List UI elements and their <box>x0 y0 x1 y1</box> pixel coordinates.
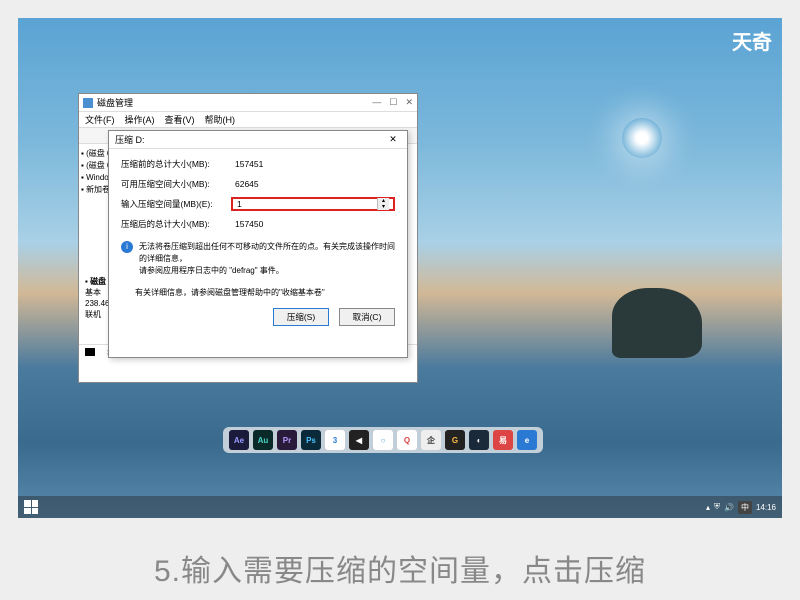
label-shrink-amount: 输入压缩空间量(MB)(E): <box>121 198 231 210</box>
dock-app[interactable]: ○ <box>373 430 393 450</box>
info-icon: i <box>121 241 133 253</box>
wallpaper-rock <box>612 288 702 358</box>
app-dock: AeAuPrPs3◀○Q企G◐易e <box>223 427 543 453</box>
dm-title-text: 磁盘管理 <box>97 96 133 109</box>
dm-app-icon <box>83 98 93 108</box>
input-shrink-value: 1 <box>237 199 242 209</box>
maximize-icon[interactable]: ☐ <box>389 97 397 108</box>
tray-language[interactable]: 中 <box>738 501 752 514</box>
dock-app[interactable]: ◐ <box>469 430 489 450</box>
shrink-button[interactable]: 压缩(S) <box>273 308 329 326</box>
dock-app[interactable]: Q <box>397 430 417 450</box>
menu-help[interactable]: 帮助(H) <box>205 113 236 126</box>
close-icon[interactable]: ✕ <box>405 97 413 108</box>
value-total-size: 157451 <box>231 157 395 171</box>
wallpaper-sun <box>622 118 662 158</box>
shrink-title-text: 压缩 D: <box>115 133 145 146</box>
input-shrink-amount[interactable]: 1 ▴ ▾ <box>231 197 395 211</box>
desktop: 天奇 磁盘管理 — ☐ ✕ 文件(F) 操作(A) 查看(V) 帮助(H) (磁… <box>18 18 782 518</box>
label-available: 可用压缩空间大小(MB): <box>121 178 231 190</box>
dm-menubar: 文件(F) 操作(A) 查看(V) 帮助(H) <box>79 112 417 128</box>
shrink-titlebar[interactable]: 压缩 D: ✕ <box>109 131 407 149</box>
value-available: 62645 <box>231 177 395 191</box>
disk-status: 联机 <box>85 310 101 319</box>
shrink-help-text: 有关详细信息，请参阅磁盘管理帮助中的"收缩基本卷" <box>135 287 395 298</box>
value-after-size: 157450 <box>231 217 395 231</box>
legend-swatch-unalloc <box>85 348 95 356</box>
tray-icon[interactable]: ▴ <box>706 503 710 512</box>
tray-clock[interactable]: 14:16 <box>756 503 776 512</box>
info-line1: 无法将卷压缩到超出任何不可移动的文件所在的点。有关完成该操作时间的详细信息， <box>139 241 395 265</box>
start-button[interactable] <box>24 500 38 514</box>
dock-app[interactable]: Au <box>253 430 273 450</box>
tray-icon[interactable]: 🔊 <box>724 503 734 512</box>
system-tray[interactable]: ▴ ⛨ 🔊 中 14:16 <box>706 501 776 514</box>
dock-app[interactable]: G <box>445 430 465 450</box>
dock-app[interactable]: 企 <box>421 430 441 450</box>
spinner-down-icon[interactable]: ▾ <box>378 204 389 210</box>
spinner[interactable]: ▴ ▾ <box>377 198 389 210</box>
close-icon[interactable]: ✕ <box>385 134 401 145</box>
minimize-icon[interactable]: — <box>372 97 381 108</box>
dock-app[interactable]: Pr <box>277 430 297 450</box>
dock-app[interactable]: Ae <box>229 430 249 450</box>
info-line2: 请参阅应用程序日志中的 "defrag" 事件。 <box>139 265 395 277</box>
shrink-info: i 无法将卷压缩到超出任何不可移动的文件所在的点。有关完成该操作时间的详细信息，… <box>121 241 395 277</box>
label-total-size: 压缩前的总计大小(MB): <box>121 158 231 170</box>
dock-app[interactable]: 3 <box>325 430 345 450</box>
dock-app[interactable]: ◀ <box>349 430 369 450</box>
brand-watermark: 天奇 <box>732 26 772 55</box>
shrink-dialog: 压缩 D: ✕ 压缩前的总计大小(MB): 157451 可用压缩空间大小(MB… <box>108 130 408 358</box>
menu-file[interactable]: 文件(F) <box>85 113 115 126</box>
tray-icon[interactable]: ⛨ <box>714 502 720 512</box>
label-after-size: 压缩后的总计大小(MB): <box>121 218 231 230</box>
menu-action[interactable]: 操作(A) <box>125 113 155 126</box>
menu-view[interactable]: 查看(V) <box>165 113 195 126</box>
dm-titlebar[interactable]: 磁盘管理 — ☐ ✕ <box>79 94 417 112</box>
taskbar[interactable]: ▴ ⛨ 🔊 中 14:16 <box>18 496 782 518</box>
tutorial-caption: 5.输入需要压缩的空间量，点击压缩 <box>0 546 800 590</box>
frame: 天奇 磁盘管理 — ☐ ✕ 文件(F) 操作(A) 查看(V) 帮助(H) (磁… <box>0 0 800 600</box>
cancel-button[interactable]: 取消(C) <box>339 308 395 326</box>
dock-app[interactable]: 易 <box>493 430 513 450</box>
dock-app[interactable]: Ps <box>301 430 321 450</box>
disk-type: 基本 <box>85 288 101 297</box>
dock-app[interactable]: e <box>517 430 537 450</box>
